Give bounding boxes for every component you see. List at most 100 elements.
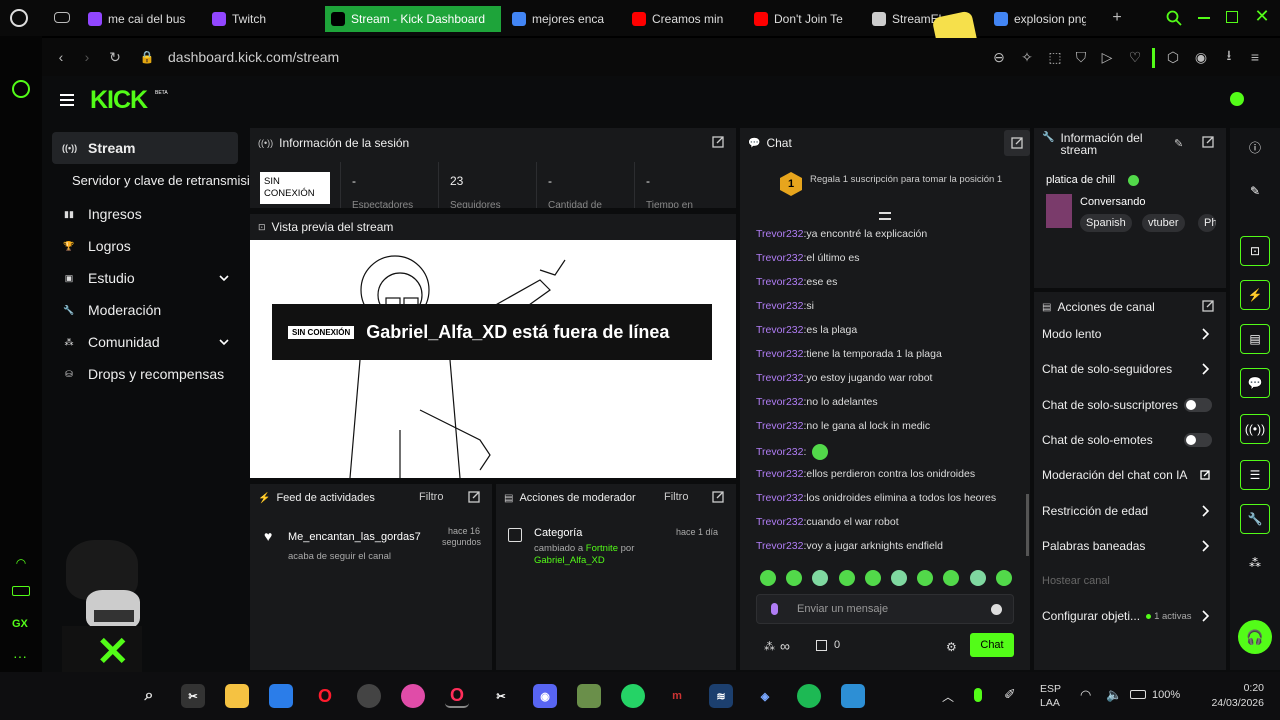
send-chat-button[interactable]: Chat [970,633,1014,657]
chat-username[interactable]: Trevor232 [756,492,803,504]
chat-message[interactable]: Trevor232:no lo adelantes [756,396,878,408]
chat-message[interactable]: Trevor232: [756,444,829,460]
chevron-down-icon[interactable] [218,272,230,284]
wifi-icon[interactable]: ◠ [12,556,30,570]
chat-message[interactable]: Trevor232:es la plaga [756,324,857,336]
whatsapp-icon[interactable] [621,684,645,708]
chat-emote[interactable] [812,444,829,460]
points-icon[interactable]: ⁂ [764,640,775,653]
community-tool-icon[interactable]: ⁂ [1240,548,1270,578]
sidebar-item[interactable]: 🏆 Logros [52,230,238,262]
store-icon[interactable] [269,684,293,708]
emote-icon[interactable] [969,570,986,586]
pin-icon[interactable]: ✧ [1018,48,1036,66]
hamburger-icon[interactable] [60,94,74,106]
shield-icon[interactable]: ⛉ [1072,48,1090,66]
minimize-button[interactable] [1198,17,1210,19]
wrench-tool-icon[interactable]: 🔧 [1240,504,1270,534]
chat-message[interactable]: Trevor232:si [756,300,814,312]
gift-prompt[interactable]: Regala 1 suscripción para tomar la posic… [810,174,1010,185]
broadcast-tool-icon[interactable]: ((•)) [1240,414,1270,444]
obs-icon[interactable] [357,684,381,708]
chat-message[interactable]: Trevor232:el último es [756,252,860,264]
stream-tag[interactable]: Spanish [1080,214,1132,232]
support-button[interactable]: 🎧 [1238,620,1272,654]
tray-chevron-icon[interactable]: ︿ [942,688,954,705]
emoji-icon[interactable] [991,604,1002,615]
popout-icon[interactable] [1202,300,1216,314]
browser-tab[interactable]: explosion png [988,6,1092,32]
wifi-tray-icon[interactable]: ◠ [1080,687,1091,703]
sidebar-item[interactable]: Servidor y clave de retransmisión [52,164,262,196]
chat-message[interactable]: Trevor232:ya encontré la explicación [756,228,927,240]
pen-tray-icon[interactable]: ✐ [1004,686,1016,703]
gamepad-icon[interactable] [54,12,70,23]
forward-icon[interactable]: › [78,48,96,66]
reload-icon[interactable]: ↻ [106,48,124,66]
chat-username[interactable]: Trevor232 [756,348,803,360]
chat-username[interactable]: Trevor232 [756,420,803,432]
emote-icon[interactable] [864,570,881,586]
lightning-tool-icon[interactable]: ⚡ [1240,280,1270,310]
external-link-icon[interactable] [1200,469,1210,481]
spotify-icon[interactable] [797,684,821,708]
popout-icon[interactable] [468,491,482,505]
chat-username[interactable]: Trevor232 [756,252,803,264]
chat-username[interactable]: Trevor232 [756,446,803,458]
profile-icon[interactable]: ◉ [1192,48,1210,66]
browser-tab[interactable]: me cai del bus [82,6,192,32]
chat-message[interactable]: Trevor232:cuando el war robot [756,516,899,528]
mod-action-user[interactable]: Gabriel_Alfa_XD [534,555,674,567]
filter-button[interactable]: Filtro [419,491,443,503]
snapshot-icon[interactable]: ⬚ [1046,48,1064,66]
chevron-right-icon[interactable] [1200,363,1210,375]
chat-message[interactable]: Trevor232:yo estoy jugando war robot [756,372,932,384]
emote-icon[interactable] [995,570,1012,586]
channel-action[interactable]: Configurar objeti... 1 activas [1042,602,1216,630]
toggle-switch[interactable] [1184,432,1212,447]
scroll-indicator-icon[interactable] [879,212,891,220]
browser-tab[interactable]: Creamos min [626,6,730,32]
emote-icon[interactable] [786,570,803,586]
close-window-button[interactable]: ✕ [1252,6,1272,26]
zoom-icon[interactable]: ⊖ [990,48,1008,66]
document-tool-icon[interactable]: ▤ [1240,324,1270,354]
popout-icon[interactable] [712,136,726,150]
filter-button[interactable]: Filtro [664,491,688,503]
toggle-switch[interactable] [1184,397,1212,412]
emote-icon[interactable] [838,570,855,586]
chevron-right-icon[interactable] [1200,540,1210,552]
code-app-icon[interactable]: ◈ [753,684,777,708]
clock[interactable]: 0:20 24/03/2026 [1200,681,1264,711]
chevron-down-icon[interactable] [218,336,230,348]
battery-icon[interactable] [12,586,30,596]
chat-input[interactable]: Enviar un mensaje [756,594,1014,624]
browser-tab[interactable]: Don't Join Te [748,6,852,32]
sidebar-item[interactable]: ⁂ Comunidad [52,326,238,358]
gift-icon[interactable] [816,640,827,651]
layout-tool-icon[interactable]: ☰ [1240,460,1270,490]
user-avatar[interactable] [1230,92,1244,106]
emote-icon[interactable] [760,570,776,586]
chevron-right-icon[interactable] [1200,610,1210,622]
sidebar-item[interactable]: 🔧 Moderación [52,294,238,326]
heart-icon[interactable]: ♡ [1126,48,1144,66]
chat-message[interactable]: Trevor232:ellos perdieron contra los oni… [756,468,975,480]
channel-action[interactable]: Modo lento [1042,320,1216,348]
chat-username[interactable]: Trevor232 [756,228,803,240]
channel-action[interactable]: Palabras baneadas [1042,532,1216,560]
language-indicator[interactable]: ESP LAA [1040,682,1061,710]
more-icon[interactable]: ··· [13,648,27,664]
sidebar-item[interactable]: ▮▮ Ingresos [52,198,238,230]
chat-username[interactable]: Trevor232 [756,540,803,552]
emote-icon[interactable] [891,570,907,586]
channel-action[interactable]: Moderación del chat con IA [1042,461,1216,489]
audio-app-icon[interactable]: ≋ [709,684,733,708]
chevron-right-icon[interactable] [1200,504,1210,517]
activity-user[interactable]: Me_encantan_las_gordas7 [288,531,421,543]
chat-message[interactable]: Trevor232:no le gana al lock in medic [756,420,930,432]
stream-tag[interactable]: vtuber [1142,214,1185,232]
capcut-icon[interactable]: ✂ [181,684,205,708]
new-tab-button[interactable]: + [1108,9,1126,27]
send-icon[interactable]: ▷ [1098,48,1116,66]
